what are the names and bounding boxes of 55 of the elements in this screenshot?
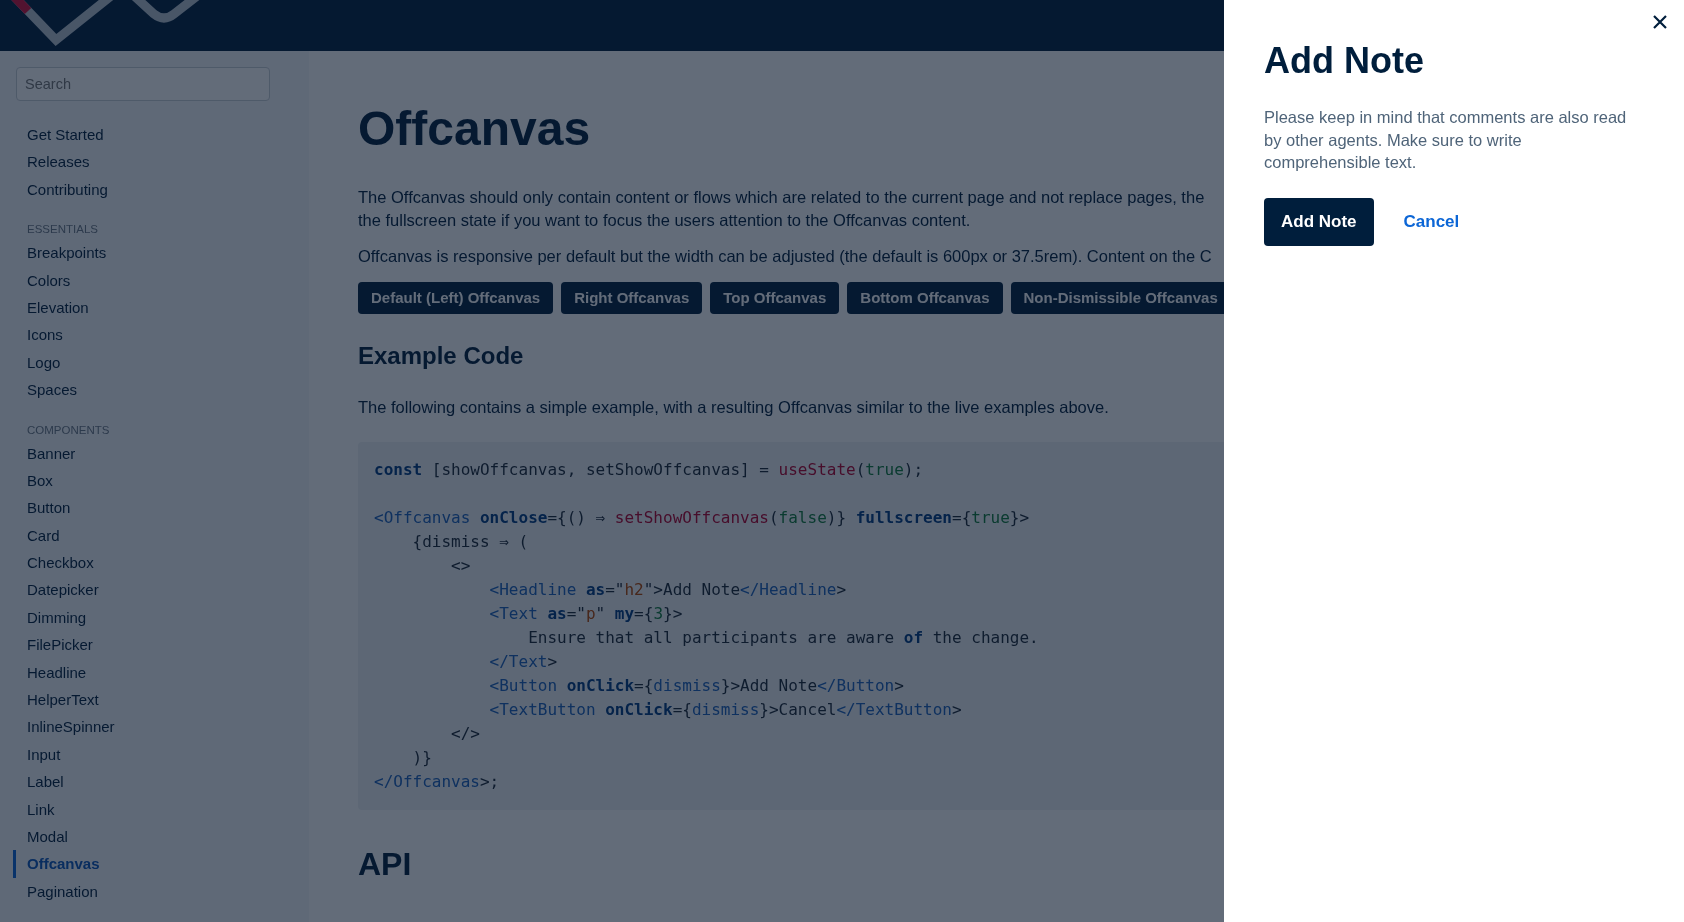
nav-link[interactable]: Label xyxy=(13,768,293,796)
demo-button[interactable]: Non-Dismissible Offcanvas xyxy=(1010,281,1224,314)
paragraph-line: the fullscreen state if you want to focus the users attention to the Offcanvas content. xyxy=(358,209,972,231)
code-line: </> xyxy=(450,723,481,745)
nav-link[interactable]: FilePicker xyxy=(13,631,293,659)
code-line: </Offcanvas>; xyxy=(374,771,501,793)
demo-button[interactable]: Bottom Offcanvas xyxy=(847,281,1003,314)
nav-link[interactable]: Banner xyxy=(13,439,293,467)
code-line: </Text> xyxy=(488,651,559,673)
nav-link[interactable]: Link xyxy=(13,795,293,823)
nav-link[interactable]: Datepicker xyxy=(13,576,293,604)
nav-link[interactable]: Releases xyxy=(13,148,293,176)
nav-link[interactable]: Icons xyxy=(13,321,293,349)
demo-button[interactable]: Top Offcanvas xyxy=(710,281,840,314)
nav-link[interactable]: Breakpoints xyxy=(13,239,293,267)
nav-link[interactable]: InlineSpinner xyxy=(13,713,293,741)
nav-link[interactable]: Logo xyxy=(13,348,293,377)
nav-link[interactable]: Headline xyxy=(13,658,293,687)
nav-link[interactable]: HelperText xyxy=(13,686,293,714)
nav-link[interactable]: Checkbox xyxy=(13,549,293,577)
add-note-button[interactable]: Add Note xyxy=(1264,197,1374,246)
paragraph: The following contains a simple example, with a resulting Offcanvas similar to the live examples above. xyxy=(358,396,1110,418)
code-line: <Offcanvas onClose={() ⇒ setShowOffcanvas(false)} fullscreen={true}> xyxy=(374,507,1031,529)
nav-link[interactable]: Elevation xyxy=(13,293,293,322)
page-title: Offcanvas xyxy=(358,101,592,156)
paragraph-line: The Offcanvas should only contain content or flows which are related to the current page and not replace pages, the xyxy=(358,187,1206,208)
code-line: )} xyxy=(411,747,433,769)
code-line: const [showOffcanvas, setShowOffcanvas] = useState(true); xyxy=(374,459,925,481)
nav-link[interactable]: Spaces xyxy=(13,376,293,404)
panel-text: Please keep in mind that comments are also read by other agents. Make sure to write comprehensible text. xyxy=(1264,107,1628,173)
demo-button[interactable]: Default (Left) Offcanvas xyxy=(358,281,554,314)
nav-link[interactable]: Colors xyxy=(13,266,293,294)
paragraph: Offcanvas is responsive per default but the width can be adjusted (the default is 600px or 37.5rem). Content on the C xyxy=(358,246,1213,267)
nav-link[interactable]: Button xyxy=(13,494,293,522)
section-heading: API xyxy=(358,846,413,883)
nav-link[interactable]: Modal xyxy=(13,823,293,851)
nav-link[interactable]: Pagination xyxy=(13,877,293,906)
nav-link[interactable]: Contributing xyxy=(13,175,293,204)
code-line: <TextButton onClick={dismiss}>Cancel</TextButton> xyxy=(488,699,963,721)
nav-link[interactable]: Box xyxy=(13,466,293,495)
panel-title: Add Note xyxy=(1264,40,1425,82)
code-line: <> xyxy=(450,555,472,577)
nav-link[interactable]: Get Started xyxy=(13,121,293,149)
code-line: Ensure that all participants are aware of the change. xyxy=(527,627,1040,649)
code-line: <Button onClick={dismiss}>Add Note</Button> xyxy=(488,675,905,697)
code-line: <Text as="p" my={3}> xyxy=(488,603,684,625)
demo-button[interactable]: Right Offcanvas xyxy=(561,281,703,314)
nav-link[interactable]: Offcanvas xyxy=(13,850,293,878)
nav-link[interactable]: Dimming xyxy=(13,603,293,632)
code-line: {dismiss ⇒ ( xyxy=(411,531,530,553)
cancel-button[interactable]: Cancel xyxy=(1403,211,1460,232)
nav-link[interactable]: Input xyxy=(13,740,293,769)
section-heading: Example Code xyxy=(358,341,525,370)
code-line: <Headline as="h2">Add Note</Headline> xyxy=(488,579,848,601)
nav-link[interactable]: Card xyxy=(13,521,293,550)
